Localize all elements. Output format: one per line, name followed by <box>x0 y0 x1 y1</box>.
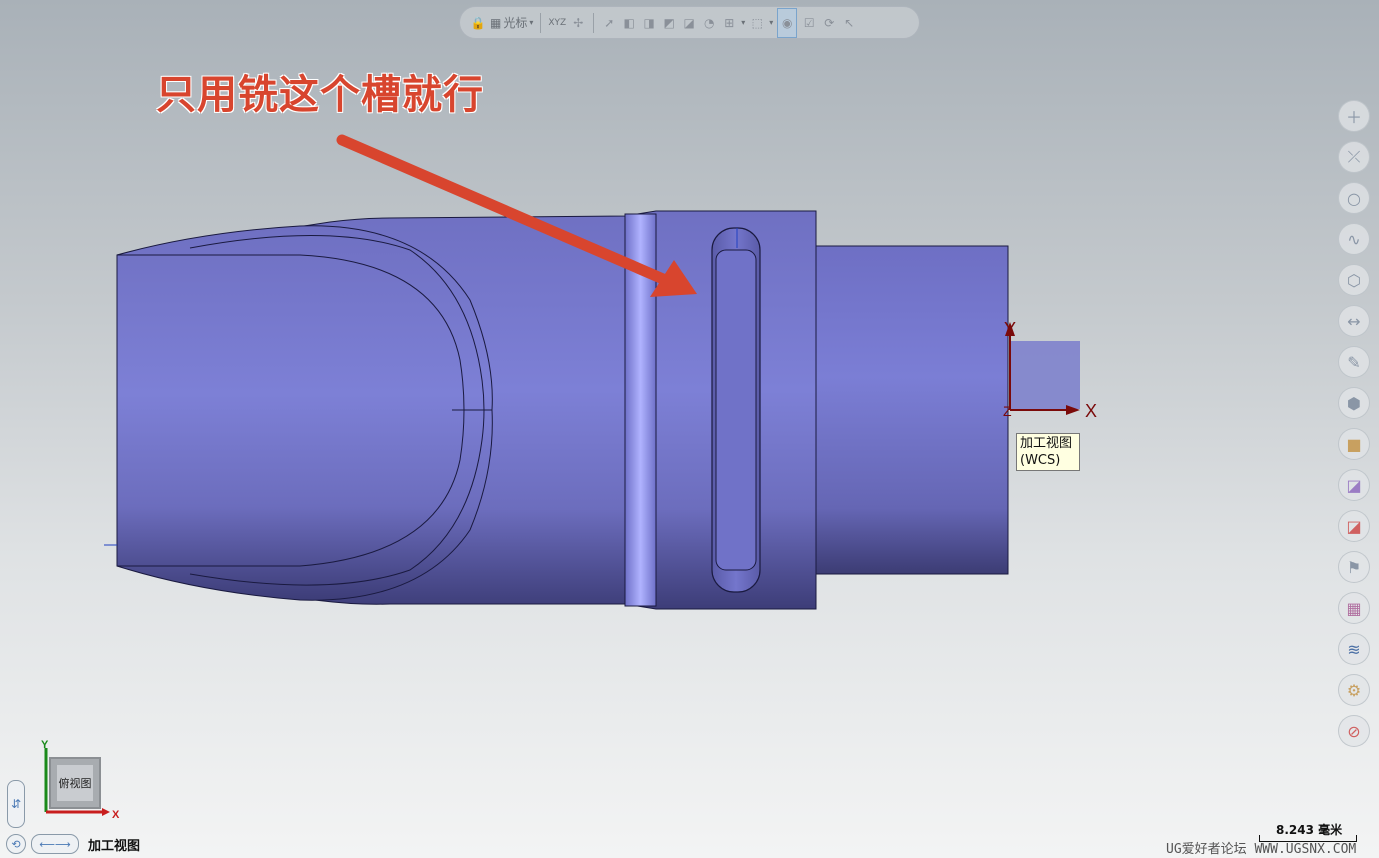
triad-y-label: Y <box>41 739 49 751</box>
part-end-shaft[interactable] <box>815 245 1009 575</box>
left-right-arrow-icon: ⟵⟶ <box>39 837 71 851</box>
wcs-plane <box>1010 341 1080 409</box>
wcs-z-label: Z <box>1003 403 1012 419</box>
grid-icon[interactable]: ▦ <box>1338 592 1370 624</box>
layers-red-icon[interactable]: ◪ <box>1338 510 1370 542</box>
gear-icon[interactable]: ⚙ <box>1338 674 1370 706</box>
layer-stack-icon[interactable]: ≋ <box>1338 633 1370 665</box>
graphics-viewport[interactable]: X Y Z Y X <box>0 0 1379 858</box>
box-icon[interactable]: ■ <box>1338 428 1370 460</box>
circle-icon[interactable]: ○ <box>1338 182 1370 214</box>
cube-icon[interactable]: ⬢ <box>1338 387 1370 419</box>
pan-vertical-button[interactable]: ⇵ <box>7 780 25 828</box>
view-cube[interactable]: 俯视图 <box>49 757 101 809</box>
watermark: UG爱好者论坛 WWW.UGSNX.COM <box>1166 842 1357 857</box>
annotation-text: 只用铣这个槽就行 <box>156 72 484 118</box>
dimension-icon[interactable]: ↔ <box>1338 305 1370 337</box>
pan-horizontal-button[interactable]: ⟵⟶ <box>31 834 79 854</box>
part-slot-inner <box>715 249 757 571</box>
wcs-tooltip-line1: 加工视图 <box>1020 436 1073 451</box>
triad-x-label: X <box>112 809 120 821</box>
flag-icon[interactable]: ⚑ <box>1338 551 1370 583</box>
prohibit-icon[interactable]: ⊘ <box>1338 715 1370 747</box>
right-toolbar: ＋ ⤫ ○ ∿ ⬡ ↔ ✎ ⬢ ■ ◪ ◪ ⚑ ▦ ≋ ⚙ ⊘ <box>1338 100 1374 756</box>
part-model[interactable] <box>104 210 1080 610</box>
solid-icon[interactable]: ⬡ <box>1338 264 1370 296</box>
view-cube-face[interactable]: 俯视图 <box>57 765 93 801</box>
current-view-name: 加工视图 <box>88 839 141 854</box>
wcs-tooltip-line2: (WCS) <box>1020 453 1061 468</box>
up-down-arrow-icon: ⇵ <box>10 797 22 811</box>
layers-color-icon[interactable]: ◪ <box>1338 469 1370 501</box>
rotate-button[interactable]: ⟲ <box>6 834 26 854</box>
pencil-icon[interactable]: ✎ <box>1338 346 1370 378</box>
wcs-x-label: X <box>1085 401 1097 421</box>
plus-icon[interactable]: ＋ <box>1338 100 1370 132</box>
point-on-curve-icon[interactable]: ⤫ <box>1338 141 1370 173</box>
rotate-icon: ⟲ <box>11 837 21 851</box>
wcs-y-label: Y <box>1004 319 1016 339</box>
spline-icon[interactable]: ∿ <box>1338 223 1370 255</box>
wcs-tooltip: 加工视图 (WCS) <box>1016 433 1080 471</box>
part-saddle-boss[interactable] <box>116 225 493 601</box>
